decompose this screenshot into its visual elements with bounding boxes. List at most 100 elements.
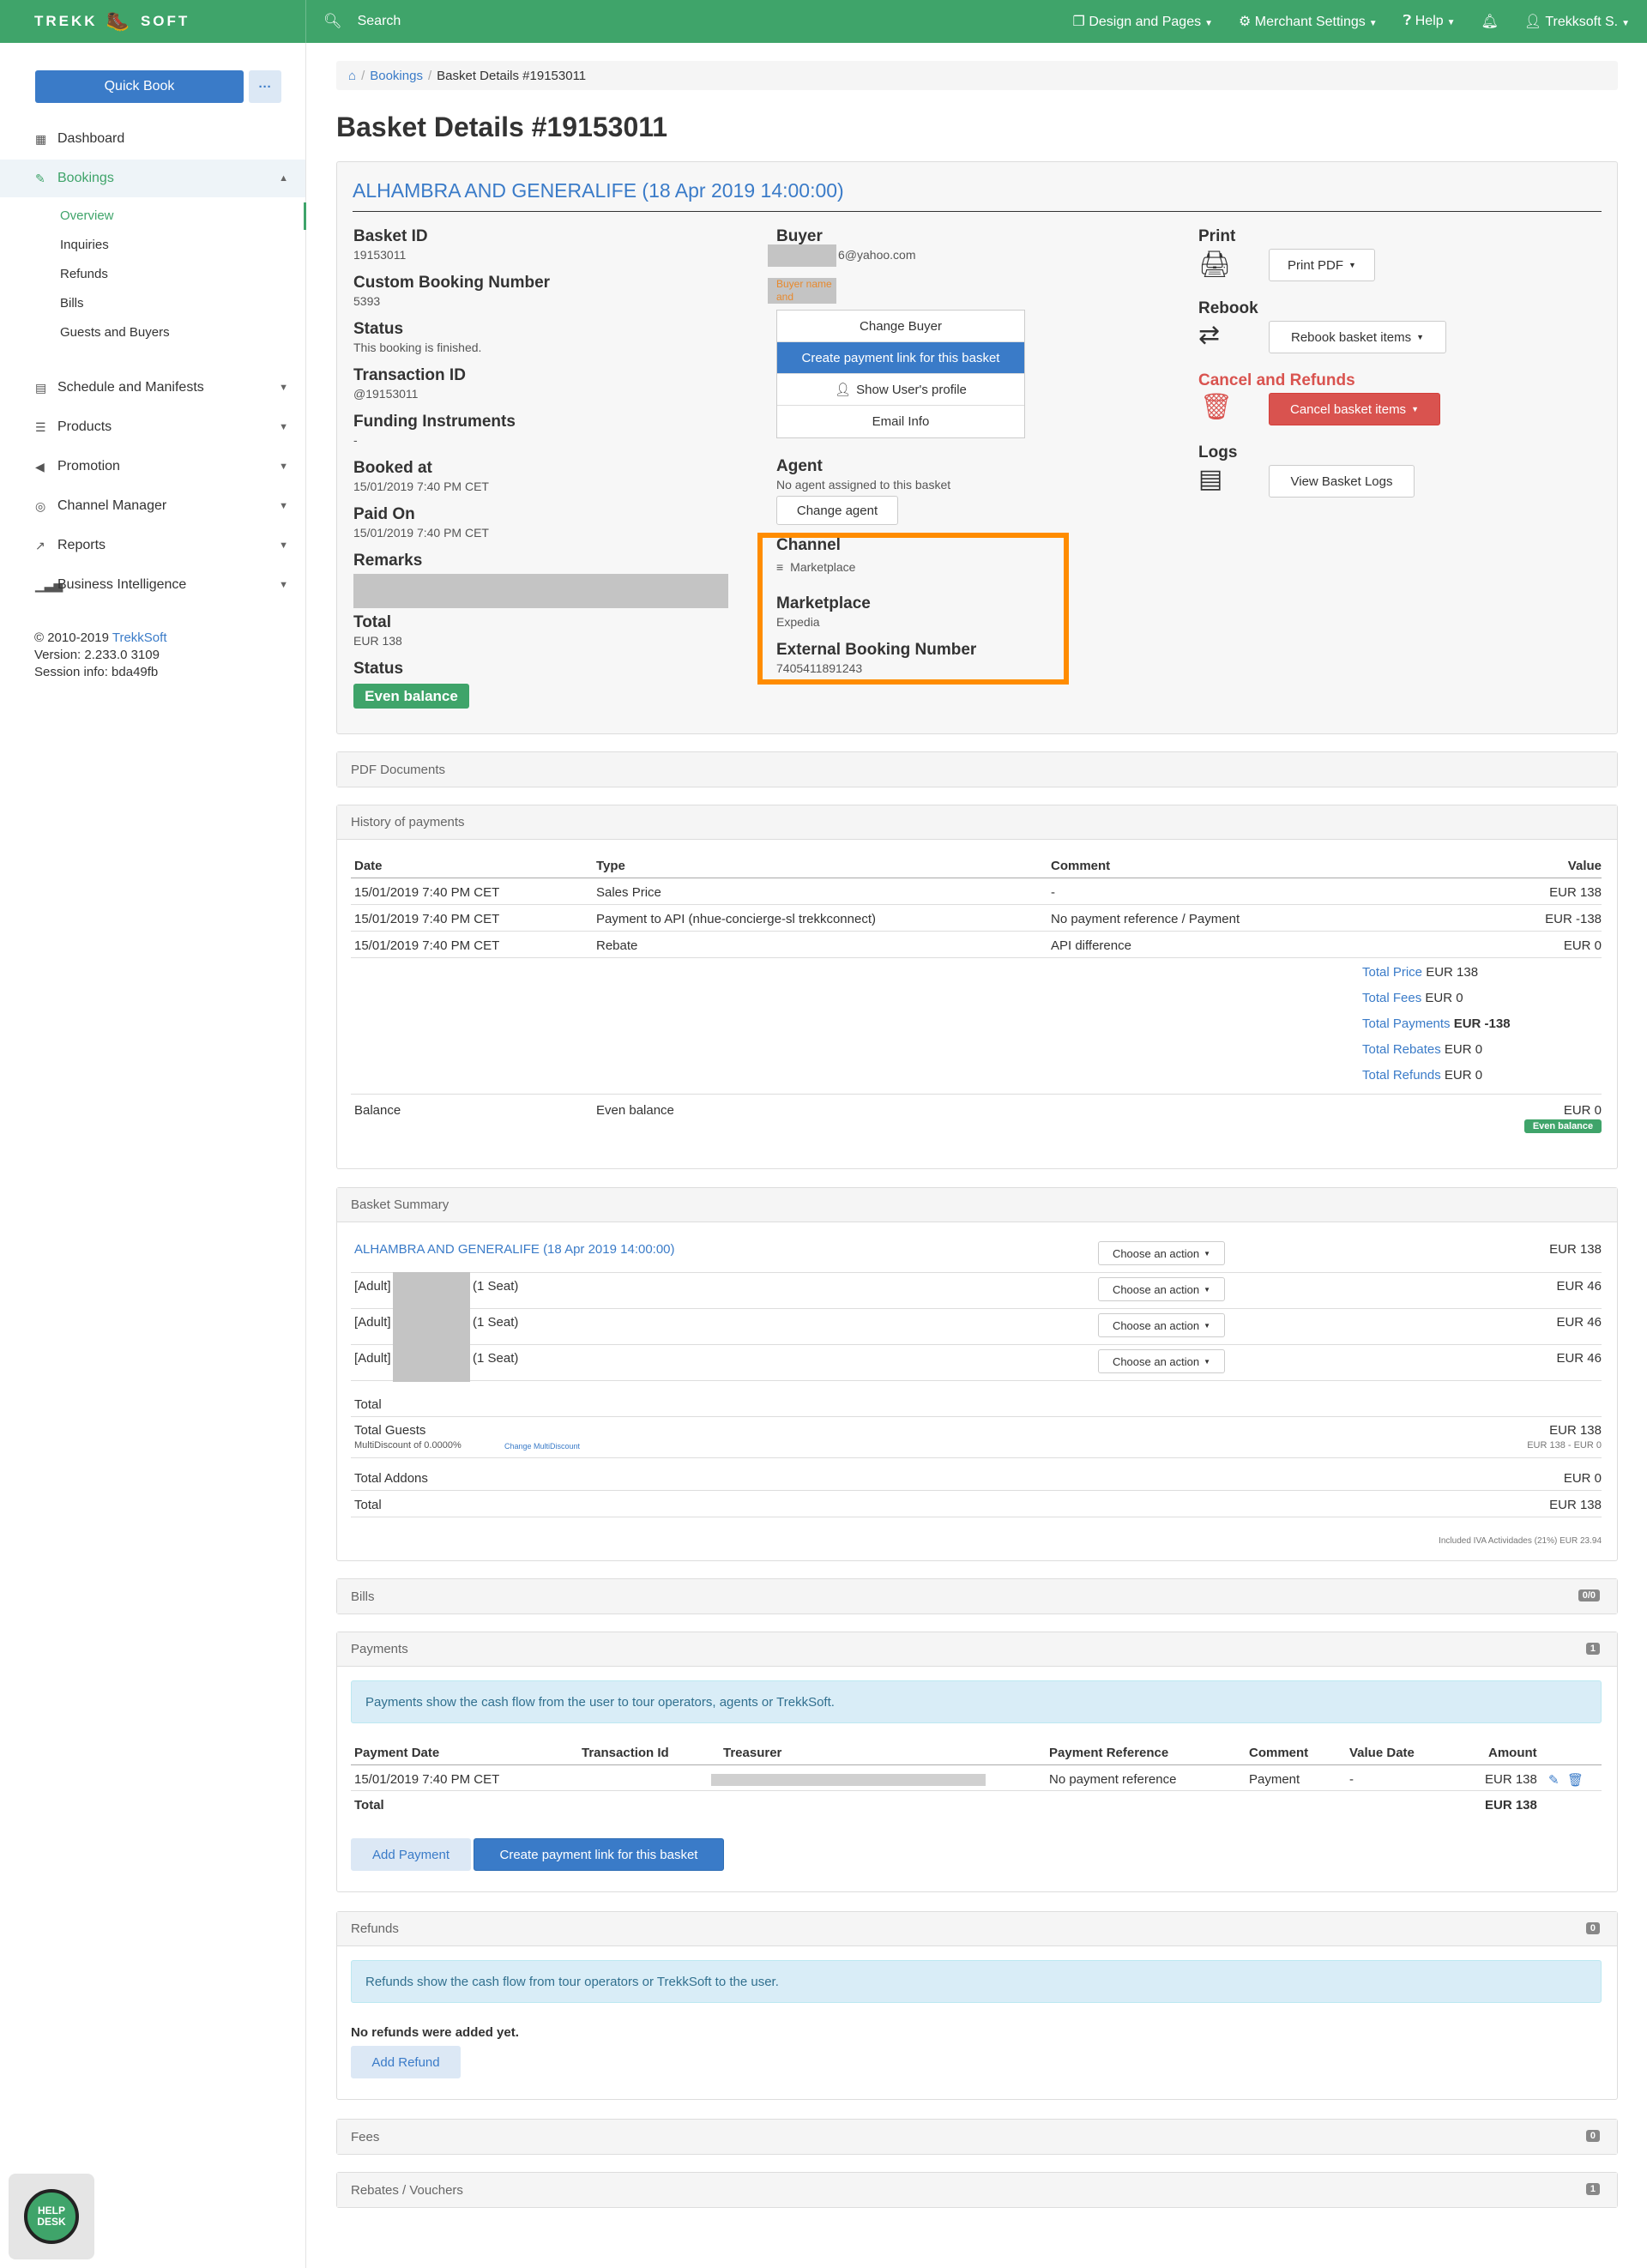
help-desk-button[interactable]: HELP DESK bbox=[9, 2174, 94, 2259]
breadcrumb-separator: / bbox=[427, 68, 432, 83]
guest-value: EUR 46 bbox=[1556, 1279, 1602, 1294]
caret-down-icon: ▼ bbox=[1416, 333, 1424, 341]
sidebar-item-bookings[interactable]: ✎ Bookings ▲ bbox=[0, 160, 305, 197]
sidebar-sub-overview[interactable]: Overview bbox=[60, 208, 114, 223]
change-buyer-item[interactable]: Change Buyer bbox=[777, 311, 1024, 342]
choose-action-label: Choose an action bbox=[1112, 1318, 1200, 1332]
search-bar[interactable]: 🔍︎ Search bbox=[306, 13, 1073, 30]
sidebar-item-promotion[interactable]: ◀ Promotion ▼ bbox=[0, 448, 305, 486]
total-refunds-value: EUR 0 bbox=[1444, 1068, 1483, 1083]
balance-value: EUR 0 bbox=[1563, 1103, 1602, 1118]
pdf-documents-header[interactable]: PDF Documents bbox=[337, 752, 1617, 787]
user-menu[interactable]: 👤︎ Trekksoft S. ▼ bbox=[1524, 13, 1630, 30]
sidebar-item-schedule[interactable]: ▤ Schedule and Manifests ▼ bbox=[0, 369, 305, 407]
history-header[interactable]: History of payments bbox=[337, 805, 1617, 840]
basket-heading-link[interactable]: ALHAMBRA AND GENERALIFE (18 Apr 2019 14:… bbox=[353, 179, 844, 202]
chevron-up-icon: ▲ bbox=[279, 173, 288, 184]
highlight-box bbox=[757, 533, 1069, 685]
caret-down-icon: ▼ bbox=[1204, 1321, 1211, 1330]
payment-reference: No payment reference bbox=[1049, 1772, 1177, 1787]
col-value-date: Value Date bbox=[1349, 1746, 1415, 1760]
home-icon[interactable]: ⌂ bbox=[348, 69, 356, 83]
total-fees-value: EUR 0 bbox=[1425, 991, 1463, 1005]
quick-book-button[interactable]: Quick Book bbox=[35, 70, 244, 103]
choose-action-dropdown[interactable]: Choose an action ▼ bbox=[1098, 1349, 1225, 1373]
create-payment-link-button[interactable]: Create payment link for this basket bbox=[474, 1838, 724, 1871]
globe-icon: ◎ bbox=[35, 498, 46, 513]
row-line bbox=[351, 904, 1602, 905]
session-text: Session info: bda49fb bbox=[34, 665, 159, 679]
sidebar-item-business-intelligence[interactable]: ▁▃▅ Business Intelligence ▼ bbox=[0, 566, 305, 604]
rebook-button[interactable]: Rebook basket items ▼ bbox=[1269, 321, 1446, 353]
bills-header[interactable]: Bills 0/0 bbox=[337, 1579, 1617, 1614]
buyer-label: Buyer bbox=[776, 227, 823, 245]
sidebar-item-dashboard[interactable]: ▦ Dashboard bbox=[0, 120, 305, 158]
sidebar-sub-bills[interactable]: Bills bbox=[60, 296, 84, 311]
trash-icon[interactable]: 🗑︎ bbox=[1567, 1772, 1584, 1788]
total-refunds-label: Total Refunds bbox=[1362, 1068, 1441, 1083]
design-pages-menu[interactable]: ❐ Design and Pages ▼ bbox=[1073, 13, 1213, 30]
buyer-actions-menu: Change Buyer Create payment link for thi… bbox=[776, 310, 1025, 438]
refunds-title: Refunds bbox=[351, 1921, 399, 1936]
no-refunds-text: No refunds were added yet. bbox=[351, 2025, 519, 2040]
show-user-profile-item[interactable]: 👤︎ Show User's profile bbox=[777, 374, 1024, 406]
edit-icon[interactable]: ✎ bbox=[1548, 1772, 1560, 1788]
choose-action-dropdown[interactable]: Choose an action ▼ bbox=[1098, 1241, 1225, 1265]
add-refund-button[interactable]: Add Refund bbox=[351, 2046, 461, 2078]
row-line bbox=[351, 1790, 1602, 1791]
sidebar-sub-guests-buyers[interactable]: Guests and Buyers bbox=[60, 325, 170, 340]
remarks-redacted bbox=[353, 574, 728, 608]
bell-icon[interactable]: 🔔︎ bbox=[1481, 13, 1499, 30]
rebates-panel: Rebates / Vouchers 1 bbox=[336, 2172, 1618, 2208]
refunds-count-badge: 0 bbox=[1585, 1922, 1600, 1934]
sidebar-item-products[interactable]: ☰ Products ▼ bbox=[0, 408, 305, 446]
total-rebates-value: EUR 0 bbox=[1444, 1042, 1483, 1057]
basket-summary-header[interactable]: Basket Summary bbox=[337, 1188, 1617, 1222]
sidebar-item-channel-manager[interactable]: ◎ Channel Manager ▼ bbox=[0, 487, 305, 525]
change-agent-button[interactable]: Change agent bbox=[776, 496, 898, 525]
logo[interactable]: TREKK 🥾 SOFT bbox=[0, 0, 306, 43]
print-pdf-button[interactable]: Print PDF ▼ bbox=[1269, 249, 1375, 281]
col-comment: Comment bbox=[1249, 1746, 1309, 1760]
create-payment-link-item[interactable]: Create payment link for this basket bbox=[777, 342, 1024, 374]
guest-type: [Adult] bbox=[354, 1315, 391, 1330]
refunds-header[interactable]: Refunds 0 bbox=[337, 1912, 1617, 1946]
quick-book-more-button[interactable]: ··· bbox=[249, 70, 281, 103]
merchant-settings-menu[interactable]: ⚙ Merchant Settings ▼ bbox=[1239, 13, 1378, 30]
header-line bbox=[351, 1764, 1602, 1765]
help-menu[interactable]: ❓︎ Help ▼ bbox=[1403, 14, 1456, 29]
balance-label: Balance bbox=[354, 1103, 401, 1118]
dashboard-icon: ▦ bbox=[35, 131, 47, 146]
rebates-title: Rebates / Vouchers bbox=[351, 2182, 463, 2198]
cancel-items-button[interactable]: Cancel basket items ▼ bbox=[1269, 393, 1440, 425]
sidebar-item-reports[interactable]: ↗ Reports ▼ bbox=[0, 527, 305, 564]
funding-label: Funding Instruments bbox=[353, 413, 516, 431]
fees-header[interactable]: Fees 0 bbox=[337, 2120, 1617, 2154]
rebook-label-text: Rebook basket items bbox=[1291, 329, 1412, 345]
view-logs-button[interactable]: View Basket Logs bbox=[1269, 465, 1415, 498]
history-type: Sales Price bbox=[596, 885, 661, 900]
agent-label: Agent bbox=[776, 457, 823, 475]
breadcrumb-bookings[interactable]: Bookings bbox=[370, 69, 423, 83]
brand-link[interactable]: TrekkSoft bbox=[112, 630, 167, 645]
summary-product-link[interactable]: ALHAMBRA AND GENERALIFE (18 Apr 2019 14:… bbox=[354, 1242, 675, 1257]
fees-panel: Fees 0 bbox=[336, 2119, 1618, 2155]
total-refunds: Total Refunds EUR 0 bbox=[1362, 1068, 1482, 1083]
caret-down-icon: ▼ bbox=[1368, 19, 1378, 28]
email-info-item[interactable]: Email Info bbox=[777, 406, 1024, 437]
tag-icon: ✎ bbox=[35, 171, 45, 185]
choose-action-dropdown[interactable]: Choose an action ▼ bbox=[1098, 1277, 1225, 1301]
rebates-header[interactable]: Rebates / Vouchers 1 bbox=[337, 2173, 1617, 2207]
gear-icon: ⚙ bbox=[1239, 15, 1252, 29]
payment-amount: EUR 138 bbox=[1485, 1772, 1537, 1787]
caret-down-icon: ▼ bbox=[1204, 1249, 1211, 1258]
sidebar-sub-inquiries[interactable]: Inquiries bbox=[60, 238, 109, 252]
choose-action-dropdown[interactable]: Choose an action ▼ bbox=[1098, 1313, 1225, 1337]
change-multidiscount-link[interactable]: Change MultiDiscount bbox=[504, 1442, 580, 1451]
headset-icon: HELP DESK bbox=[24, 2189, 79, 2244]
sidebar-sub-refunds[interactable]: Refunds bbox=[60, 267, 108, 281]
footer-info: © 2010-2019 TrekkSoft Version: 2.233.0 3… bbox=[34, 630, 167, 681]
add-payment-button[interactable]: Add Payment bbox=[351, 1838, 471, 1871]
payments-header[interactable]: Payments 1 bbox=[337, 1632, 1617, 1667]
col-treasurer: Treasurer bbox=[723, 1746, 782, 1760]
